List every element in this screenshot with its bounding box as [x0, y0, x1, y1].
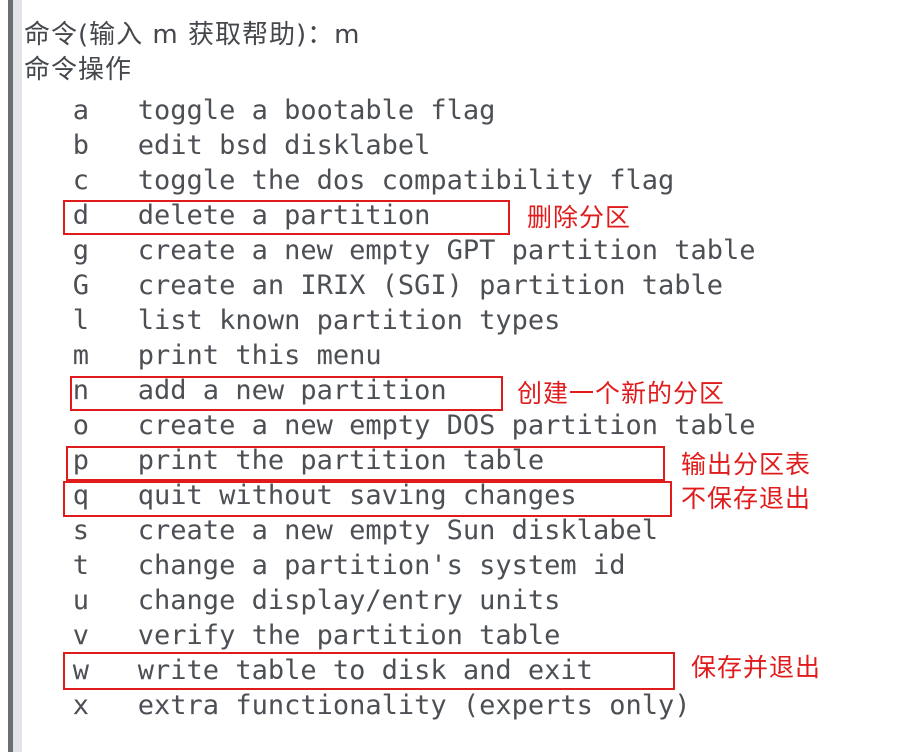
terminal-prompt-line: 命令(输入 m 获取帮助)：m: [24, 20, 361, 50]
menu-line-b: b edit bsd disklabel: [24, 130, 431, 161]
menu-line-s: s create a new empty Sun disklabel: [24, 515, 658, 546]
menu-line-G: G create an IRIX (SGI) partition table: [24, 270, 723, 301]
annotation-add-partition: 创建一个新的分区: [517, 379, 726, 408]
terminal-output: 命令(输入 m 获取帮助)：m 命令操作 a toggle a bootable…: [24, 0, 919, 752]
menu-line-t: t change a partition's system id: [24, 550, 626, 581]
menu-line-a: a toggle a bootable flag: [24, 95, 496, 126]
menu-line-u: u change display/entry units: [24, 585, 561, 616]
menu-line-d: d delete a partition: [24, 200, 431, 231]
menu-line-n: n add a new partition: [24, 375, 447, 406]
menu-line-v: v verify the partition table: [24, 620, 561, 651]
annotation-print-table: 输出分区表: [681, 450, 812, 479]
annotation-quit-no-save: 不保存退出: [681, 484, 812, 513]
menu-line-l: l list known partition types: [24, 305, 561, 336]
menu-line-w: w write table to disk and exit: [24, 655, 593, 686]
menu-line-m: m print this menu: [24, 340, 382, 371]
menu-line-o: o create a new empty DOS partition table: [24, 410, 756, 441]
left-gutter-band: [13, 0, 22, 752]
menu-line-q: q quit without saving changes: [24, 480, 577, 511]
annotation-write-and-exit: 保存并退出: [691, 653, 822, 682]
menu-line-g: g create a new empty GPT partition table: [24, 235, 756, 266]
menu-line-p: p print the partition table: [24, 445, 545, 476]
menu-line-c: c toggle the dos compatibility flag: [24, 165, 675, 196]
screenshot-root: 命令(输入 m 获取帮助)：m 命令操作 a toggle a bootable…: [0, 0, 919, 752]
menu-line-x: x extra functionality (experts only): [24, 690, 691, 721]
annotation-delete-partition: 删除分区: [527, 203, 632, 232]
terminal-menu-header: 命令操作: [24, 55, 133, 85]
